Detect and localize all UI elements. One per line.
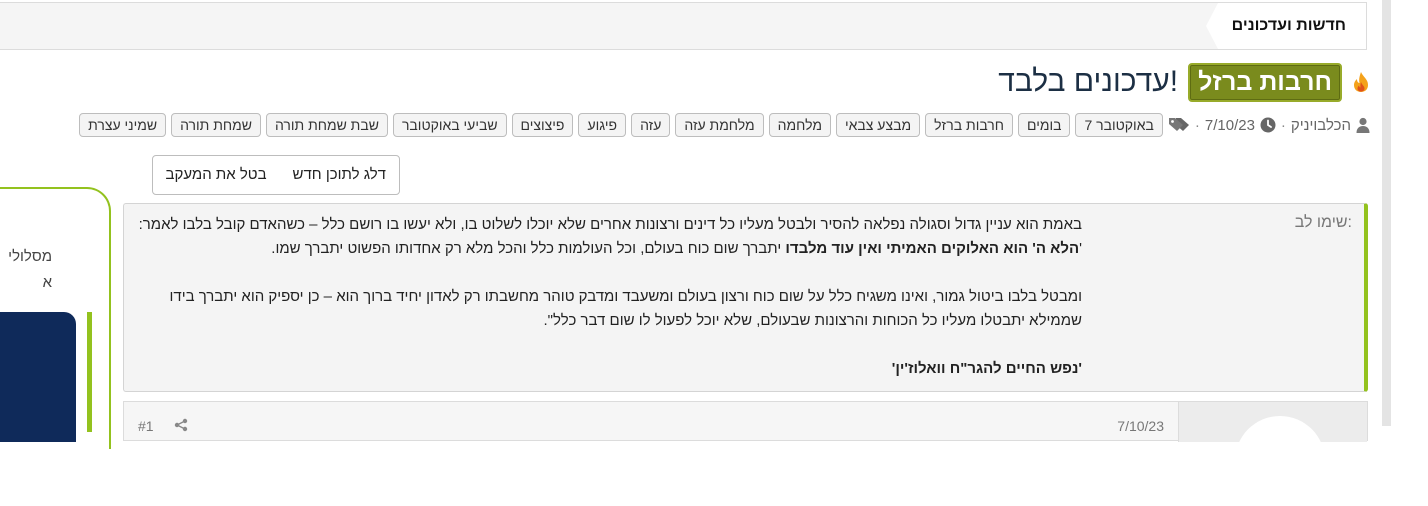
meta-separator: · [1194, 116, 1200, 134]
notice-box: שימו לב: באמת הוא עניין גדול וסגולה נפלא… [123, 203, 1368, 392]
side-card-text: מסלולי א [0, 244, 52, 296]
thread-title-row: חרבות ברזל עדכונים בלבד! [998, 60, 1370, 104]
thread-date[interactable]: 7/10/23 [1205, 117, 1255, 134]
thread-title: עדכונים בלבד! [998, 65, 1179, 98]
share-icon[interactable] [174, 418, 188, 437]
skip-to-new-button[interactable]: דלג לתוכן חדש [280, 156, 399, 192]
breadcrumb: חדשות ועדכונים [0, 2, 1367, 50]
side-line: מסלולי [8, 248, 52, 265]
unwatch-button[interactable]: בטל את המעקב [153, 156, 280, 192]
tag-item[interactable]: פיגוע [578, 113, 627, 137]
breadcrumb-label: חדשות ועדכונים [1231, 17, 1346, 34]
clock-icon [1260, 117, 1276, 133]
scrollbar[interactable] [1382, 0, 1391, 426]
notice-bold-text: הלא ה' הוא האלוקים האמיתי ואין עוד מלבדו [785, 240, 1080, 257]
meta-separator: · [1280, 116, 1286, 134]
thread-meta: הכלבויניק · 7/10/23 · 7 באוקטובר בומים ח… [0, 110, 1370, 140]
tag-item[interactable]: חרבות ברזל [925, 113, 1013, 137]
notice-paragraph: ומבטל בלבו ביטול גמור, ואינו משגיח כלל ע… [169, 288, 1082, 329]
thread-author[interactable]: הכלבויניק [1291, 117, 1351, 134]
fire-icon [1352, 71, 1370, 93]
tag-item[interactable]: מלחמת עזה [675, 113, 764, 137]
notice-paragraph: באמת הוא עניין גדול וסגולה נפלאה להסיר ו… [122, 213, 1082, 261]
first-post: 7/10/23 #1 [123, 401, 1368, 506]
thread-prefix-badge[interactable]: חרבות ברזל [1188, 62, 1342, 102]
tag-item[interactable]: שמחת תורה [171, 113, 261, 137]
tag-item[interactable]: פיצוצים [511, 113, 574, 137]
tag-item[interactable]: 7 באוקטובר [1075, 113, 1163, 137]
thread-actions: דלג לתוכן חדש בטל את המעקב [151, 155, 400, 195]
notice-text: יתברך שום כוח בעולם, וכל העולמות כלל והכ… [271, 240, 786, 257]
notice-label: שימו לב: [1294, 214, 1352, 231]
tag-item[interactable]: שמיני עצרת [79, 113, 167, 137]
tag-item[interactable]: שבת שמחת תורה [265, 113, 388, 137]
tag-item[interactable]: מבצע צבאי [835, 113, 921, 137]
breadcrumb-item-news[interactable]: חדשות ועדכונים [1205, 3, 1366, 49]
tag-item[interactable]: שביעי באוקטובר [392, 113, 507, 137]
notice-body: באמת הוא עניין גדול וסגולה נפלאה להסיר ו… [122, 213, 1082, 381]
post-user-column [1178, 402, 1367, 506]
tag-item[interactable]: עזה [631, 113, 671, 137]
avatar[interactable] [1235, 416, 1325, 506]
tags-icon [1168, 117, 1190, 133]
user-icon [1356, 117, 1370, 133]
post-number[interactable]: #1 [138, 418, 154, 434]
side-accent-bar [87, 312, 92, 432]
side-promo-panel[interactable] [0, 312, 76, 442]
tag-item[interactable]: בומים [1018, 113, 1071, 137]
tag-item[interactable]: מלחמה [768, 113, 831, 137]
post-date[interactable]: 7/10/23 [1117, 418, 1164, 434]
notice-source-text: 'נפש החיים להגר"ח וואלוז'ין' [891, 360, 1082, 377]
side-line: א [42, 274, 52, 291]
notice-source: 'נפש החיים להגר"ח וואלוז'ין' [122, 357, 1082, 381]
